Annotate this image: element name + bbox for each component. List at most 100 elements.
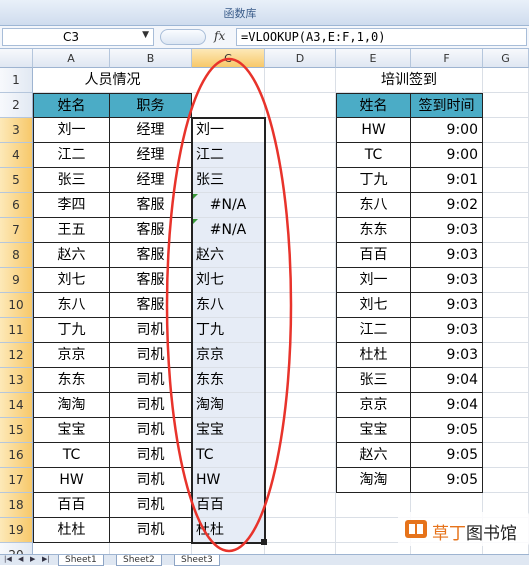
table-cell[interactable]: 9:04 — [411, 368, 483, 393]
table-cell[interactable]: 张三 — [336, 368, 411, 393]
table-cell[interactable]: 杜杜 — [336, 343, 411, 368]
row-header[interactable]: 3 — [0, 118, 33, 143]
grid-cell[interactable] — [265, 293, 336, 318]
grid-cell[interactable] — [265, 493, 336, 518]
insert-function-icon[interactable]: fx — [214, 29, 225, 43]
column-header[interactable]: G — [483, 49, 529, 68]
grid-cell[interactable] — [265, 143, 336, 168]
table-cell[interactable]: 9:03 — [411, 268, 483, 293]
sheet-tab-2[interactable]: Sheet2 — [116, 555, 162, 566]
table-cell[interactable]: 司机 — [110, 393, 192, 418]
table-cell[interactable]: 9:04 — [411, 393, 483, 418]
grid-cell[interactable] — [265, 118, 336, 143]
table-cell[interactable]: 张三 — [33, 168, 110, 193]
row-header[interactable]: 17 — [0, 468, 33, 493]
column-header[interactable]: D — [265, 49, 336, 68]
table-cell[interactable]: TC — [33, 443, 110, 468]
table-cell[interactable]: 刘一 — [336, 268, 411, 293]
column-header[interactable]: E — [336, 49, 411, 68]
grid-cell[interactable] — [265, 518, 336, 543]
table-cell[interactable]: 司机 — [110, 518, 192, 543]
table-cell[interactable]: 刘一 — [33, 118, 110, 143]
table-cell[interactable]: 宝宝 — [336, 418, 411, 443]
grid-cell[interactable] — [265, 393, 336, 418]
chevron-down-icon[interactable]: ▼ — [142, 30, 149, 40]
grid-cell[interactable] — [483, 243, 529, 268]
sheet-tab-3[interactable]: Sheet3 — [174, 555, 220, 566]
grid-cell[interactable] — [483, 368, 529, 393]
table-cell[interactable]: 司机 — [110, 343, 192, 368]
table-cell[interactable]: 刘七 — [33, 268, 110, 293]
table-cell[interactable]: 9:03 — [411, 218, 483, 243]
grid-cell[interactable] — [483, 418, 529, 443]
table-cell[interactable]: 刘七 — [336, 293, 411, 318]
table-header-cell[interactable]: 签到时间 — [411, 93, 483, 118]
table-header-cell[interactable]: 姓名 — [33, 93, 110, 118]
row-header[interactable]: 6 — [0, 193, 33, 218]
row-header[interactable]: 20 — [0, 543, 33, 554]
table-cell[interactable]: 淘淘 — [336, 468, 411, 493]
table-cell[interactable]: 司机 — [110, 443, 192, 468]
table-cell[interactable]: 东八 — [336, 193, 411, 218]
last-sheet-icon[interactable]: ▶| — [42, 555, 50, 563]
lookup-result-cell[interactable]: 百百 — [192, 493, 265, 518]
row-header[interactable]: 1 — [0, 68, 33, 93]
column-header[interactable]: F — [411, 49, 483, 68]
grid-cell[interactable] — [265, 243, 336, 268]
table-cell[interactable]: 9:00 — [411, 143, 483, 168]
grid-cell[interactable] — [265, 368, 336, 393]
grid-cell[interactable] — [265, 343, 336, 368]
column-header[interactable]: B — [110, 49, 192, 68]
grid-cell[interactable] — [483, 193, 529, 218]
table-cell[interactable]: 经理 — [110, 143, 192, 168]
grid-cell[interactable] — [265, 93, 336, 118]
grid-cell[interactable] — [483, 143, 529, 168]
grid-cell[interactable] — [265, 318, 336, 343]
row-header[interactable]: 16 — [0, 443, 33, 468]
formula-input[interactable]: =VLOOKUP(A3,E:F,1,0) — [236, 28, 527, 46]
table-cell[interactable]: 丁九 — [33, 318, 110, 343]
row-header[interactable]: 5 — [0, 168, 33, 193]
grid-cell[interactable] — [483, 293, 529, 318]
grid-cell[interactable] — [483, 393, 529, 418]
table-cell[interactable]: 司机 — [110, 493, 192, 518]
table-cell[interactable]: 9:03 — [411, 243, 483, 268]
table-cell[interactable]: 王五 — [33, 218, 110, 243]
table-cell[interactable]: 百百 — [33, 493, 110, 518]
table-cell[interactable]: 京京 — [33, 343, 110, 368]
lookup-result-cell[interactable]: 东东 — [192, 368, 265, 393]
grid-cell[interactable] — [265, 168, 336, 193]
row-header[interactable]: 9 — [0, 268, 33, 293]
grid-cell[interactable] — [265, 443, 336, 468]
grid-cell[interactable] — [483, 168, 529, 193]
table-cell[interactable]: 京京 — [336, 393, 411, 418]
table-cell[interactable]: 杜杜 — [33, 518, 110, 543]
row-header[interactable]: 13 — [0, 368, 33, 393]
table-cell[interactable]: TC — [336, 143, 411, 168]
table-title-personnel[interactable]: 人员情况 — [33, 68, 192, 93]
fill-handle[interactable] — [261, 539, 267, 545]
table-cell[interactable]: 司机 — [110, 318, 192, 343]
table-cell[interactable]: 9:01 — [411, 168, 483, 193]
table-cell[interactable]: 司机 — [110, 418, 192, 443]
row-header[interactable]: 18 — [0, 493, 33, 518]
table-title-signin[interactable]: 培训签到 — [336, 68, 483, 93]
table-cell[interactable]: 经理 — [110, 118, 192, 143]
table-cell[interactable]: 东东 — [33, 368, 110, 393]
grid-cell[interactable] — [483, 343, 529, 368]
table-cell[interactable]: 客服 — [110, 218, 192, 243]
column-header[interactable]: C — [192, 49, 265, 68]
table-cell[interactable]: 东八 — [33, 293, 110, 318]
table-cell[interactable]: 丁九 — [336, 168, 411, 193]
table-cell[interactable]: 客服 — [110, 193, 192, 218]
next-sheet-icon[interactable]: ▶ — [30, 555, 35, 563]
table-cell[interactable]: 客服 — [110, 293, 192, 318]
table-cell[interactable]: 淘淘 — [33, 393, 110, 418]
grid-cell[interactable] — [265, 543, 336, 554]
table-cell[interactable]: HW — [336, 118, 411, 143]
grid-cell[interactable] — [483, 468, 529, 493]
table-header-cell[interactable]: 职务 — [110, 93, 192, 118]
grid-cell[interactable] — [110, 543, 192, 554]
grid-cell[interactable] — [483, 268, 529, 293]
name-box[interactable]: C3 ▼ — [2, 28, 154, 46]
